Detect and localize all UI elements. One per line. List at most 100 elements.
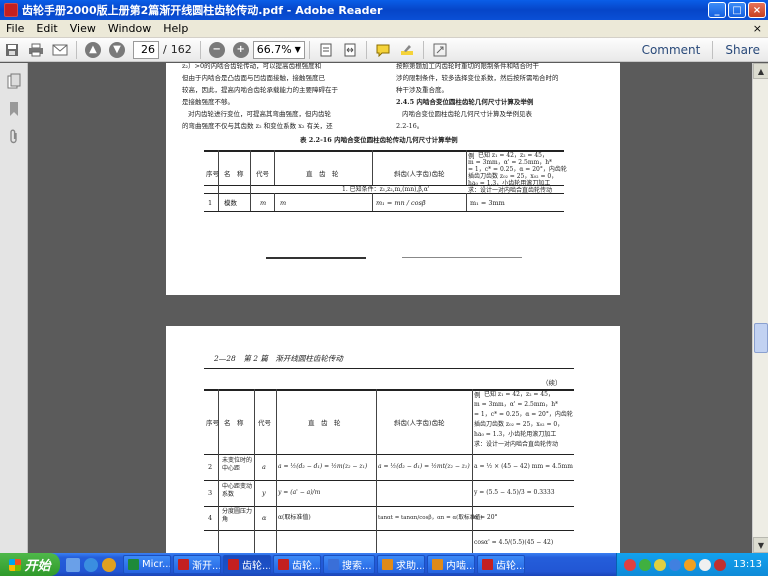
volume-icon[interactable] [654,558,667,571]
table-title: 表 2.2-16 内啮合变位圆柱齿轮传动几何尺寸计算举例 [300,136,458,144]
comment-bubble-icon[interactable] [373,40,393,60]
minimize-button[interactable]: _ [708,2,726,18]
table-cell: m [260,199,267,207]
pdf-icon [482,559,493,570]
table-cell: 分度圆压力角 [222,508,253,523]
table-cell: 3 [208,489,213,497]
example-line: 求：设计一对内啮合直齿轮传动 [468,187,553,194]
info-icon[interactable] [699,558,712,571]
page-total: 162 [170,43,192,56]
page-separator: / [163,43,167,56]
zoom-in-button[interactable]: + [231,40,251,60]
update-icon[interactable] [669,558,682,571]
section-heading: 2.4.5 内啮合变位圆柱齿轮几何尺寸计算及举例 [396,98,534,106]
minus-icon: − [208,41,225,58]
taskbar-item[interactable]: Micr... [123,555,171,574]
table-cell: m₁ = mn / cosβ [376,199,426,207]
taskbar-item[interactable]: 齿轮... [273,555,321,574]
toolbar-separator [199,40,201,59]
bookmarks-icon[interactable] [5,99,23,119]
running-header: 2—28 第 2 篇 渐开线圆柱齿轮传动 [214,354,343,363]
desktop-icon[interactable] [66,557,80,572]
fit-page-icon[interactable] [316,40,336,60]
toolbar-separator [308,40,310,59]
start-label: 开始 [24,559,51,574]
table-header: 斜齿(人字齿)齿轮 [394,170,445,178]
close-document-button[interactable]: × [753,22,762,35]
email-icon[interactable] [50,40,70,60]
body-text-line: 较高，因此，提高内啮合齿轮承载能力的主要障碍在于 [182,86,338,94]
pdf-page: z₂）>0的内啮合齿轮传动，可以提高齿根强度和 但由于内啮合是凸齿面与凹齿面接触… [166,63,620,295]
start-button[interactable]: 开始 [0,553,60,576]
pdf-icon [228,559,239,570]
zoom-select[interactable]: 66.7% ▼ [252,40,305,59]
menu-edit[interactable]: Edit [30,22,63,35]
window-title: 齿轮手册2000版上册第2篇渐开线圆柱齿轮传动.pdf - Adobe Read… [22,4,383,17]
table-cell: m₁ = 3mm [470,199,505,207]
toolbar: ▲ ▼ 26 / 162 − + 66.7% ▼ Comment Share [0,38,768,62]
menu-help[interactable]: Help [157,22,194,35]
table-header: 序号 [206,170,219,178]
navigation-pane [0,63,28,553]
previous-page-button[interactable]: ▲ [83,40,103,60]
expand-icon[interactable] [430,40,450,60]
table-cell: α = 20° [474,514,498,521]
clock[interactable]: 13:13 [733,559,762,570]
browser-icon [382,559,393,570]
taskbar-item[interactable]: 齿轮... [477,555,525,574]
attachments-icon[interactable] [5,127,23,147]
table-header: 名 称 [224,419,244,427]
table-cell: a = ½ × (45 − 42) mm = 4.5mm [474,463,573,470]
body-text-line: 涉的限制条件，较多选择变位系数，然后按所需啮合时的 [396,74,559,82]
page-thumbnails-icon[interactable] [5,71,23,91]
arrow-up-icon: ▲ [85,41,101,58]
table-header: 代号 [256,170,269,178]
table-cell: cosα' = 4.5/(5.5)(45 − 42) [474,539,554,546]
comment-button[interactable]: Comment [642,43,701,57]
vertical-scrollbar[interactable]: ▲ ▼ [752,63,768,553]
media-player-icon[interactable] [102,557,116,572]
pdf-page: 2—28 第 2 篇 渐开线圆柱齿轮传动 （续） 序号 名 称 代号 直 齿 轮… [166,326,620,553]
toolbar-separator [365,40,367,59]
scroll-down-icon[interactable]: ▼ [753,537,768,553]
taskbar-item[interactable]: 齿轮... [223,555,271,574]
example-line: 已知 z₁ = 42，z₂ = 45， [484,391,554,398]
zoom-out-button[interactable]: − [207,40,227,60]
document-view[interactable]: z₂）>0的内啮合齿轮传动，可以提高齿根强度和 但由于内啮合是凸齿面与凹齿面接触… [28,63,752,553]
table-header: 斜齿(人字齿)齿轮 [394,419,445,427]
fit-width-icon[interactable] [340,40,360,60]
menu-window[interactable]: Window [102,22,157,35]
maximize-button[interactable]: □ [728,2,746,18]
page-number-input[interactable]: 26 [133,40,159,59]
close-button[interactable]: × [748,2,766,18]
menu-view[interactable]: View [64,22,102,35]
system-tray: 13:13 [616,553,768,576]
ie-icon[interactable] [84,557,98,572]
taskbar-item[interactable]: 求助... [377,555,425,574]
scroll-thumb[interactable] [754,323,768,353]
antivirus-icon[interactable] [714,558,727,571]
shield-icon[interactable] [684,558,697,571]
example-line: ha₀ = 1.3，小齿轮用滚刀加工 [474,431,557,438]
menu-file[interactable]: File [0,22,30,35]
example-line: 求：设计一对内啮合直齿轮传动 [474,441,559,448]
example-line: = 1，c* = 0.25，α = 20°，内齿轮 [474,411,573,418]
network-icon[interactable] [624,558,637,571]
taskbar-item[interactable]: 内啮... [427,555,475,574]
taskbar-item[interactable]: 搜索... [323,555,375,574]
highlight-icon[interactable] [397,40,417,60]
plus-icon: + [232,41,249,58]
excel-icon [128,559,139,570]
security-icon[interactable] [639,558,652,571]
body-text-line: 的弯曲强度不仅与其齿数 z₂ 和变位系数 x₂ 有关，还 [182,122,333,130]
table-header: 序号 [206,419,219,427]
print-icon[interactable] [26,40,46,60]
example-line: 插齿刀齿数 z₀₂ = 25，x₀₂ = 0， [474,421,564,428]
body-text-line: 是接触强度不够。 [182,98,234,106]
taskbar-item[interactable]: 渐开... [173,555,221,574]
save-icon[interactable] [2,40,22,60]
share-button[interactable]: Share [725,43,760,57]
scroll-up-icon[interactable]: ▲ [753,63,768,79]
next-page-button[interactable]: ▼ [107,40,127,60]
toolbar-separator [422,40,424,59]
